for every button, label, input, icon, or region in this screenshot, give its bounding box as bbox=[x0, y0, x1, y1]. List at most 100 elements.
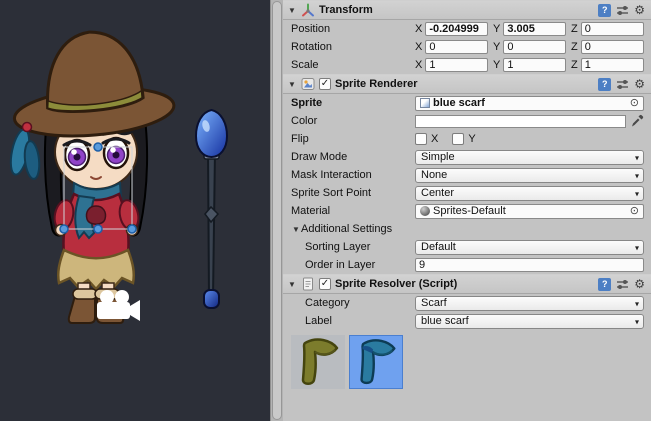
rotation-row: Rotation X 0 Y 0 Z 0 bbox=[283, 38, 651, 56]
sprite-label: Sprite bbox=[291, 97, 415, 109]
color-row: Color bbox=[283, 112, 651, 130]
gear-icon[interactable]: ⚙ bbox=[634, 278, 645, 290]
rotation-z-field[interactable]: 0 bbox=[581, 40, 644, 54]
flip-label: Flip bbox=[291, 133, 415, 145]
transform-icon bbox=[301, 3, 315, 17]
z-axis-label: Z bbox=[571, 23, 578, 35]
order-in-layer-row: Order in Layer 9 bbox=[283, 256, 651, 274]
order-in-layer-field[interactable]: 9 bbox=[415, 258, 644, 272]
help-icon[interactable]: ? bbox=[598, 78, 611, 91]
character-sprite[interactable] bbox=[7, 25, 175, 323]
z-axis-label: Z bbox=[571, 59, 578, 71]
scale-x-field[interactable]: 1 bbox=[425, 58, 488, 72]
position-x-field[interactable]: -0.204999 bbox=[425, 22, 488, 36]
mask-interaction-row: Mask Interaction None ▾ bbox=[283, 166, 651, 184]
additional-settings-label: Additional Settings bbox=[301, 223, 392, 235]
rotation-x-field[interactable]: 0 bbox=[425, 40, 488, 54]
sprite-object-name: blue scarf bbox=[433, 97, 485, 109]
preset-icon[interactable] bbox=[616, 78, 629, 91]
mask-interaction-dropdown[interactable]: None ▾ bbox=[415, 168, 644, 183]
position-z-field[interactable]: 0 bbox=[581, 22, 644, 36]
chevron-down-icon: ▾ bbox=[635, 189, 639, 198]
rotation-y-field[interactable]: 0 bbox=[503, 40, 566, 54]
scale-row: Scale X 1 Y 1 Z 1 bbox=[283, 56, 651, 74]
help-icon[interactable]: ? bbox=[598, 4, 611, 17]
sprite-resolver-title: Sprite Resolver (Script) bbox=[335, 278, 457, 290]
foldout-icon[interactable]: ▼ bbox=[291, 225, 301, 234]
eyedropper-icon[interactable] bbox=[630, 114, 644, 128]
sprite-sort-point-dropdown[interactable]: Center ▾ bbox=[415, 186, 644, 201]
sprite-row: Sprite blue scarf ⊙ bbox=[283, 94, 651, 112]
flip-y-label: Y bbox=[468, 133, 475, 145]
camera-gizmo-icon[interactable] bbox=[97, 290, 140, 321]
chevron-down-icon: ▾ bbox=[635, 299, 639, 308]
additional-settings-row[interactable]: ▼ Additional Settings bbox=[283, 220, 651, 238]
gizmo-handle-bottom-left bbox=[60, 225, 68, 233]
hat-sprite bbox=[8, 25, 176, 142]
component-enabled-checkbox[interactable]: ✓ bbox=[319, 278, 331, 290]
mask-interaction-label: Mask Interaction bbox=[291, 169, 415, 181]
label-label: Label bbox=[305, 315, 415, 327]
scene-canvas bbox=[0, 0, 270, 421]
draw-mode-dropdown[interactable]: Simple ▾ bbox=[415, 150, 644, 165]
material-row: Material Sprites-Default ⊙ bbox=[283, 202, 651, 220]
foldout-icon[interactable]: ▼ bbox=[287, 6, 297, 15]
sprite-object-field[interactable]: blue scarf ⊙ bbox=[415, 96, 644, 111]
gear-icon[interactable]: ⚙ bbox=[634, 4, 645, 16]
scene-view[interactable] bbox=[0, 0, 270, 421]
gizmo-handle-bottom-center bbox=[94, 225, 102, 233]
sprite-thumbnail-blue-scarf[interactable] bbox=[349, 335, 403, 389]
position-label: Position bbox=[291, 23, 415, 35]
material-sphere-icon bbox=[420, 206, 430, 216]
position-row: Position X -0.204999 Y 3.005 Z 0 bbox=[283, 20, 651, 38]
help-icon[interactable]: ? bbox=[598, 278, 611, 291]
gizmo-handle-top bbox=[94, 143, 102, 151]
staff-sprite[interactable] bbox=[196, 110, 227, 308]
sorting-layer-row: Sorting Layer Default ▾ bbox=[283, 238, 651, 256]
y-axis-label: Y bbox=[493, 41, 500, 53]
sorting-layer-dropdown[interactable]: Default ▾ bbox=[415, 240, 644, 255]
sprite-renderer-header[interactable]: ▼ ✓ Sprite Renderer ? ⚙ bbox=[283, 74, 651, 94]
category-dropdown[interactable]: Scarf ▾ bbox=[415, 296, 644, 311]
position-y-field[interactable]: 3.005 bbox=[503, 22, 566, 36]
label-dropdown[interactable]: blue scarf ▾ bbox=[415, 314, 644, 329]
scale-y-field[interactable]: 1 bbox=[503, 58, 566, 72]
flip-row: Flip X Y bbox=[283, 130, 651, 148]
foldout-icon[interactable]: ▼ bbox=[287, 280, 297, 289]
sprite-variant-strip bbox=[283, 330, 651, 389]
category-row: Category Scarf ▾ bbox=[283, 294, 651, 312]
sprite-resolver-header[interactable]: ▼ ✓ Sprite Resolver (Script) ? ⚙ bbox=[283, 274, 651, 294]
foldout-icon[interactable]: ▼ bbox=[287, 80, 297, 89]
preset-icon[interactable] bbox=[616, 4, 629, 17]
y-axis-label: Y bbox=[493, 59, 500, 71]
component-enabled-checkbox[interactable]: ✓ bbox=[319, 78, 331, 90]
draw-mode-label: Draw Mode bbox=[291, 151, 415, 163]
sprite-sort-point-value: Center bbox=[421, 187, 454, 199]
material-object-field[interactable]: Sprites-Default ⊙ bbox=[415, 204, 644, 219]
scale-label: Scale bbox=[291, 59, 415, 71]
draw-mode-row: Draw Mode Simple ▾ bbox=[283, 148, 651, 166]
sprite-sort-point-row: Sprite Sort Point Center ▾ bbox=[283, 184, 651, 202]
chevron-down-icon: ▾ bbox=[635, 317, 639, 326]
z-axis-label: Z bbox=[571, 41, 578, 53]
label-value: blue scarf bbox=[421, 315, 469, 327]
flip-x-checkbox[interactable] bbox=[415, 133, 427, 145]
object-picker-icon[interactable]: ⊙ bbox=[630, 98, 639, 109]
object-picker-icon[interactable]: ⊙ bbox=[630, 206, 639, 217]
inspector-panel: ▼ Transform ? ⚙ Position X -0.204999 Y 3… bbox=[283, 0, 651, 421]
flip-y-checkbox[interactable] bbox=[452, 133, 464, 145]
sorting-layer-value: Default bbox=[421, 241, 456, 253]
inspector-scrollbar[interactable] bbox=[270, 0, 283, 421]
transform-header[interactable]: ▼ Transform ? ⚙ bbox=[283, 0, 651, 20]
color-swatch[interactable] bbox=[415, 115, 626, 128]
flip-x-label: X bbox=[431, 133, 438, 145]
scale-z-field[interactable]: 1 bbox=[581, 58, 644, 72]
mask-interaction-value: None bbox=[421, 169, 447, 181]
preset-icon[interactable] bbox=[616, 278, 629, 291]
sprite-thumbnail-scarf[interactable] bbox=[291, 335, 345, 389]
gear-icon[interactable]: ⚙ bbox=[634, 78, 645, 90]
x-axis-label: X bbox=[415, 41, 422, 53]
scrollbar-thumb[interactable] bbox=[272, 1, 282, 420]
material-object-name: Sprites-Default bbox=[433, 205, 506, 217]
category-label: Category bbox=[305, 297, 415, 309]
